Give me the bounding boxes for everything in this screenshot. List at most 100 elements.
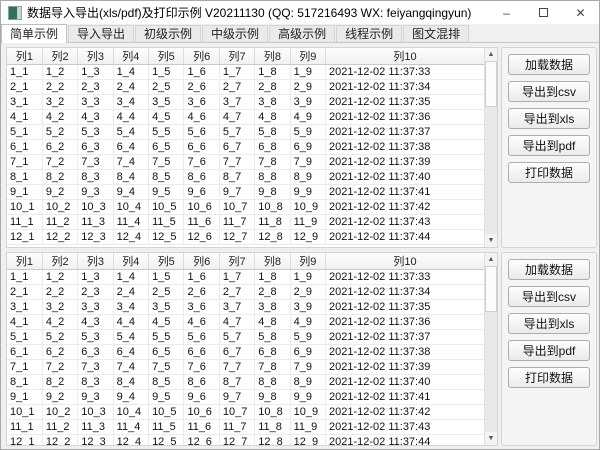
minimize-button[interactable]: –	[488, 1, 525, 24]
column-header[interactable]: 列6	[184, 48, 219, 65]
column-header[interactable]: 列4	[113, 253, 148, 270]
column-header[interactable]: 列3	[78, 253, 113, 270]
table-cell: 10_4	[113, 200, 148, 215]
column-header[interactable]: 列4	[113, 48, 148, 65]
table-row[interactable]: 2_12_22_32_42_52_62_72_82_92021-12-02 11…	[7, 285, 484, 300]
table-row[interactable]: 6_16_26_36_46_56_66_76_86_92021-12-02 11…	[7, 345, 484, 360]
table-row[interactable]: 5_15_25_35_45_55_65_75_85_92021-12-02 11…	[7, 330, 484, 345]
data-table-bottom[interactable]: 列1列2列3列4列5列6列7列8列9列101_11_21_31_41_51_61…	[6, 252, 498, 446]
tab-intermediate-example[interactable]: 中级示例	[202, 25, 268, 42]
table-cell: 2021-12-02 11:37:43	[326, 215, 484, 230]
table-row[interactable]: 2_12_22_32_42_52_62_72_82_92021-12-02 11…	[7, 80, 484, 95]
scroll-thumb[interactable]	[485, 266, 497, 312]
export-xls-button[interactable]: 导出到xls	[508, 313, 590, 334]
column-header[interactable]: 列3	[78, 48, 113, 65]
table-row[interactable]: 11_111_211_311_411_511_611_711_811_92021…	[7, 215, 484, 230]
table-row[interactable]: 12_112_212_312_412_512_612_712_812_92021…	[7, 435, 484, 447]
scroll-up-icon[interactable]: ▲	[485, 48, 497, 61]
column-header[interactable]: 列8	[255, 48, 290, 65]
table-cell: 5_7	[219, 330, 254, 345]
column-header[interactable]: 列5	[149, 48, 184, 65]
maximize-button[interactable]	[525, 1, 562, 24]
column-header[interactable]: 列10	[326, 48, 484, 65]
table-cell: 3_3	[78, 300, 113, 315]
table-cell: 3_7	[219, 95, 254, 110]
table-cell: 8_6	[184, 170, 219, 185]
tab-mixed-text-image[interactable]: 图文混排	[403, 25, 469, 42]
export-pdf-button[interactable]: 导出到pdf	[508, 340, 590, 361]
close-button[interactable]: ✕	[562, 1, 599, 24]
table-cell: 6_3	[78, 140, 113, 155]
column-header[interactable]: 列9	[290, 48, 325, 65]
table-row[interactable]: 8_18_28_38_48_58_68_78_88_92021-12-02 11…	[7, 170, 484, 185]
tab-import-export[interactable]: 导入导出	[68, 25, 134, 42]
table-cell: 2021-12-02 11:37:39	[326, 360, 484, 375]
tab-thread-example[interactable]: 线程示例	[336, 25, 402, 42]
window-controls: – ✕	[488, 1, 599, 24]
table-cell: 2_8	[255, 80, 290, 95]
table-cell: 2_2	[42, 285, 77, 300]
table-cell: 5_9	[290, 125, 325, 140]
export-pdf-button[interactable]: 导出到pdf	[508, 135, 590, 156]
table-row[interactable]: 7_17_27_37_47_57_67_77_87_92021-12-02 11…	[7, 155, 484, 170]
export-csv-button[interactable]: 导出到csv	[508, 286, 590, 307]
scroll-down-icon[interactable]: ▼	[485, 432, 497, 445]
column-header[interactable]: 列6	[184, 253, 219, 270]
table-cell: 11_8	[255, 420, 290, 435]
tab-advanced-example[interactable]: 高级示例	[269, 25, 335, 42]
table-cell: 1_3	[78, 270, 113, 285]
table-cell: 5_3	[78, 330, 113, 345]
table-row[interactable]: 7_17_27_37_47_57_67_77_87_92021-12-02 11…	[7, 360, 484, 375]
scrollbar-track[interactable]: ▲ ▼	[484, 48, 497, 247]
table-row[interactable]: 4_14_24_34_44_54_64_74_84_92021-12-02 11…	[7, 110, 484, 125]
tab-simple-example[interactable]: 简单示例	[1, 24, 67, 43]
column-header[interactable]: 列2	[42, 253, 77, 270]
column-header[interactable]: 列1	[7, 253, 42, 270]
table-cell: 12_5	[149, 435, 184, 447]
column-header[interactable]: 列9	[290, 253, 325, 270]
table-row[interactable]: 3_13_23_33_43_53_63_73_83_92021-12-02 11…	[7, 95, 484, 110]
load-data-button[interactable]: 加载数据	[508, 54, 590, 75]
table-cell: 2_7	[219, 80, 254, 95]
table-row[interactable]: 8_18_28_38_48_58_68_78_88_92021-12-02 11…	[7, 375, 484, 390]
column-header[interactable]: 列7	[219, 253, 254, 270]
table-row[interactable]: 6_16_26_36_46_56_66_76_86_92021-12-02 11…	[7, 140, 484, 155]
column-header[interactable]: 列1	[7, 48, 42, 65]
column-header[interactable]: 列7	[219, 48, 254, 65]
print-data-button[interactable]: 打印数据	[508, 367, 590, 388]
scroll-up-icon[interactable]: ▲	[485, 253, 497, 266]
table-cell: 8_9	[290, 170, 325, 185]
scroll-down-icon[interactable]: ▼	[485, 234, 497, 247]
tab-basic-example[interactable]: 初级示例	[135, 25, 201, 42]
table-row[interactable]: 3_13_23_33_43_53_63_73_83_92021-12-02 11…	[7, 300, 484, 315]
scroll-thumb[interactable]	[485, 61, 497, 107]
table-cell: 11_4	[113, 420, 148, 435]
table-row[interactable]: 5_15_25_35_45_55_65_75_85_92021-12-02 11…	[7, 125, 484, 140]
column-header[interactable]: 列8	[255, 253, 290, 270]
column-header[interactable]: 列5	[149, 253, 184, 270]
table-header-row: 列1列2列3列4列5列6列7列8列9列10	[7, 253, 484, 270]
table-cell: 7_4	[113, 155, 148, 170]
table-row[interactable]: 10_110_210_310_410_510_610_710_810_92021…	[7, 405, 484, 420]
table-cell: 3_4	[113, 95, 148, 110]
column-header[interactable]: 列2	[42, 48, 77, 65]
table-cell: 5_4	[113, 125, 148, 140]
table-row[interactable]: 12_112_212_312_412_512_612_712_812_92021…	[7, 230, 484, 245]
column-header[interactable]: 列10	[326, 253, 484, 270]
data-table-top[interactable]: 列1列2列3列4列5列6列7列8列9列101_11_21_31_41_51_61…	[6, 47, 498, 248]
table-row[interactable]: 10_110_210_310_410_510_610_710_810_92021…	[7, 200, 484, 215]
load-data-button[interactable]: 加载数据	[508, 259, 590, 280]
table-row[interactable]: 1_11_21_31_41_51_61_71_81_92021-12-02 11…	[7, 65, 484, 80]
table-row[interactable]: 4_14_24_34_44_54_64_74_84_92021-12-02 11…	[7, 315, 484, 330]
table-row[interactable]: 9_19_29_39_49_59_69_79_89_92021-12-02 11…	[7, 185, 484, 200]
export-csv-button[interactable]: 导出到csv	[508, 81, 590, 102]
table-row[interactable]: 11_111_211_311_411_511_611_711_811_92021…	[7, 420, 484, 435]
table-row[interactable]: 9_19_29_39_49_59_69_79_89_92021-12-02 11…	[7, 390, 484, 405]
scrollbar-track[interactable]: ▲ ▼	[484, 253, 497, 445]
export-xls-button[interactable]: 导出到xls	[508, 108, 590, 129]
table-row[interactable]: 1_11_21_31_41_51_61_71_81_92021-12-02 11…	[7, 270, 484, 285]
table-cell: 2021-12-02 11:37:34	[326, 285, 484, 300]
table-cell: 11_4	[113, 215, 148, 230]
table-cell: 9_2	[42, 390, 77, 405]
print-data-button[interactable]: 打印数据	[508, 162, 590, 183]
